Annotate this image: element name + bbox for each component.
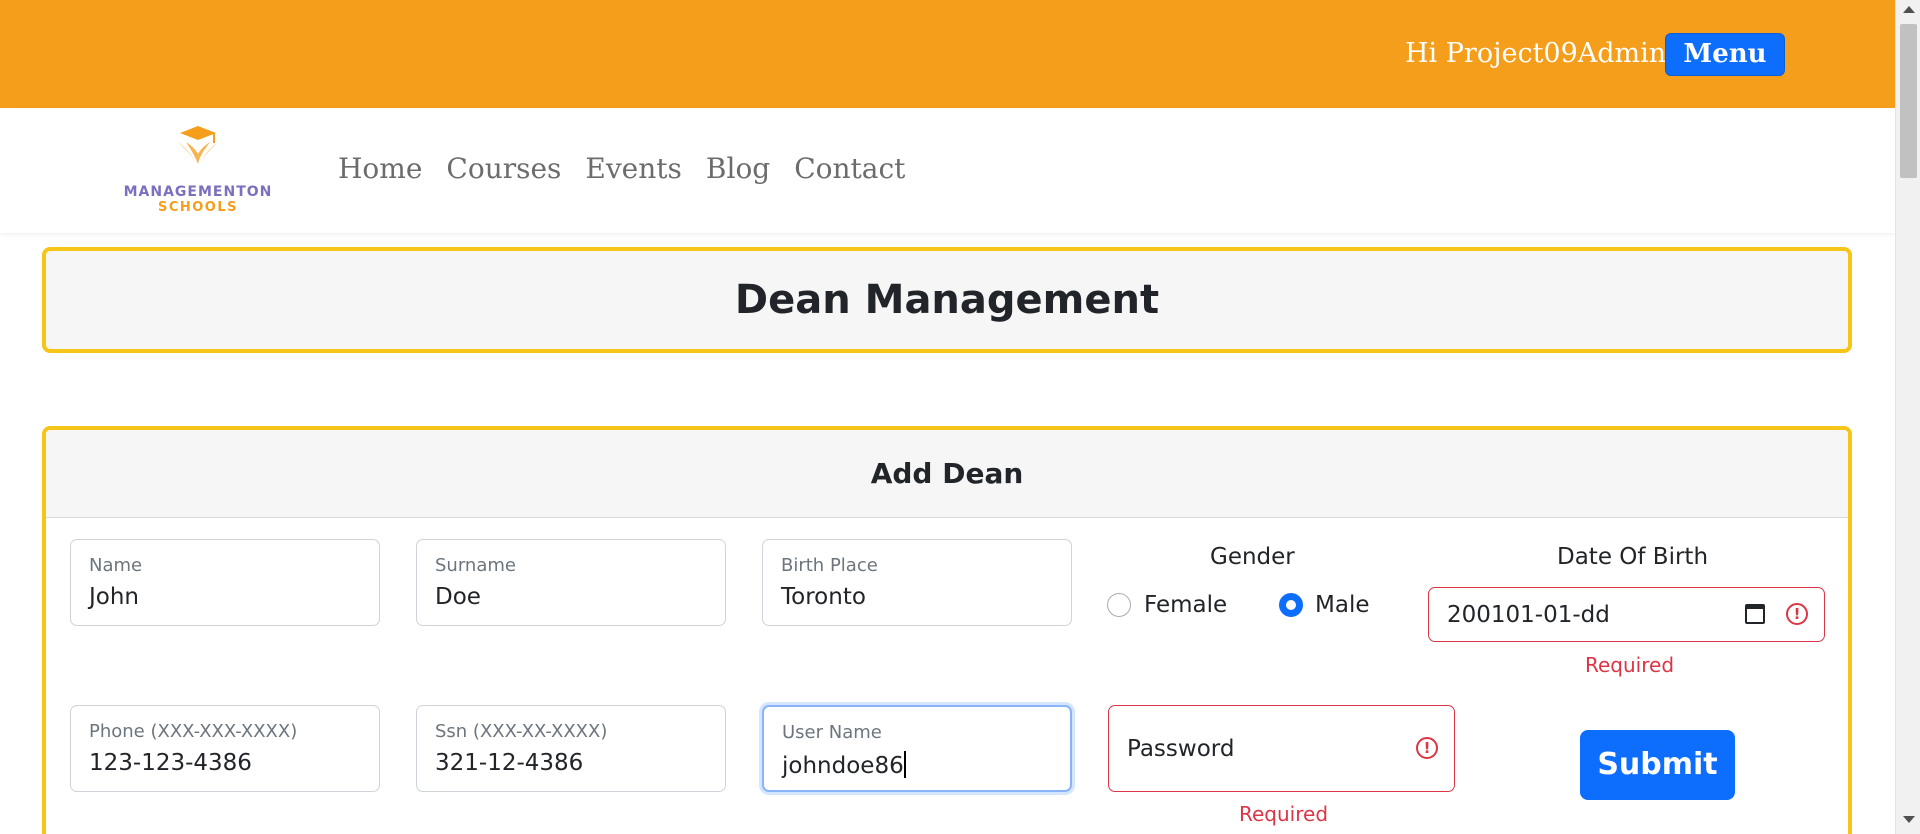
- surname-value: Doe: [435, 584, 481, 610]
- ssn-label: Ssn (XXX-XX-XXXX): [435, 721, 608, 742]
- username-value-wrap: johndoe86: [782, 751, 906, 779]
- gender-male-label[interactable]: Male: [1315, 592, 1369, 618]
- nav-link-home[interactable]: Home: [338, 152, 422, 185]
- gender-female-radio[interactable]: [1107, 593, 1131, 617]
- navbar: MANAGEMENTON SCHOOLS Home Courses Events…: [0, 108, 1895, 233]
- surname-field[interactable]: Surname Doe: [416, 539, 726, 626]
- page-title: Dean Management: [734, 277, 1160, 323]
- text-caret: [903, 751, 906, 778]
- name-label: Name: [89, 555, 143, 576]
- nav-link-courses[interactable]: Courses: [446, 152, 561, 185]
- ssn-value: 321-12-4386: [435, 750, 584, 776]
- form-header: Add Dean: [46, 430, 1848, 518]
- calendar-icon[interactable]: [1745, 604, 1765, 624]
- birth-place-value: Toronto: [781, 584, 866, 610]
- scroll-down-arrow-icon[interactable]: [1903, 816, 1915, 823]
- birth-place-field[interactable]: Birth Place Toronto: [762, 539, 1072, 626]
- scroll-up-arrow-icon[interactable]: [1903, 6, 1915, 13]
- password-placeholder: Password: [1127, 736, 1235, 762]
- page: Hi Project09Admin Menu MANAGEMENTON SCHO…: [0, 0, 1920, 834]
- gender-male-radio[interactable]: [1279, 593, 1303, 617]
- username-value: johndoe86: [782, 753, 904, 779]
- form-title: Add Dean: [870, 457, 1024, 490]
- gender-female-label[interactable]: Female: [1144, 592, 1227, 618]
- nav-link-events[interactable]: Events: [585, 152, 681, 185]
- scroll-thumb[interactable]: [1900, 24, 1917, 178]
- surname-label: Surname: [435, 555, 516, 576]
- nav-link-blog[interactable]: Blog: [706, 152, 770, 185]
- page-title-card: Dean Management: [42, 247, 1852, 353]
- name-field[interactable]: Name John: [70, 539, 380, 626]
- phone-label: Phone (XXX-XXX-XXXX): [89, 721, 298, 742]
- logo-text-line1: MANAGEMENTON: [123, 184, 273, 200]
- brand-logo[interactable]: MANAGEMENTON SCHOOLS: [118, 122, 278, 215]
- date-of-birth-value: 200101-01-dd: [1447, 602, 1610, 628]
- logo-text-line2: SCHOOLS: [157, 200, 239, 215]
- username-label: User Name: [782, 722, 882, 743]
- page-scrollbar[interactable]: [1895, 0, 1920, 834]
- date-of-birth-label: Date Of Birth: [1557, 544, 1709, 570]
- phone-field[interactable]: Phone (XXX-XXX-XXXX) 123-123-4386: [70, 705, 380, 792]
- top-bar: Hi Project09Admin Menu: [0, 0, 1895, 108]
- error-icon: !: [1416, 737, 1438, 759]
- date-of-birth-input[interactable]: 200101-01-dd !: [1428, 587, 1825, 642]
- phone-value: 123-123-4386: [89, 750, 252, 776]
- birth-place-label: Birth Place: [781, 555, 878, 576]
- user-greeting: Hi Project09Admin: [1405, 38, 1667, 69]
- graduation-cap-icon: [176, 126, 220, 168]
- submit-button[interactable]: Submit: [1580, 730, 1735, 800]
- ssn-field[interactable]: Ssn (XXX-XX-XXXX) 321-12-4386: [416, 705, 726, 792]
- nav-link-contact[interactable]: Contact: [794, 152, 905, 185]
- name-value: John: [89, 584, 140, 610]
- error-icon: !: [1786, 603, 1808, 625]
- password-field[interactable]: Password !: [1108, 705, 1455, 792]
- menu-button[interactable]: Menu: [1665, 33, 1785, 76]
- gender-label: Gender: [1210, 544, 1295, 570]
- username-field[interactable]: User Name johndoe86: [762, 705, 1072, 792]
- date-of-birth-error: Required: [1585, 653, 1675, 677]
- password-error: Required: [1239, 802, 1329, 826]
- main-nav: Home Courses Events Blog Contact: [338, 152, 929, 185]
